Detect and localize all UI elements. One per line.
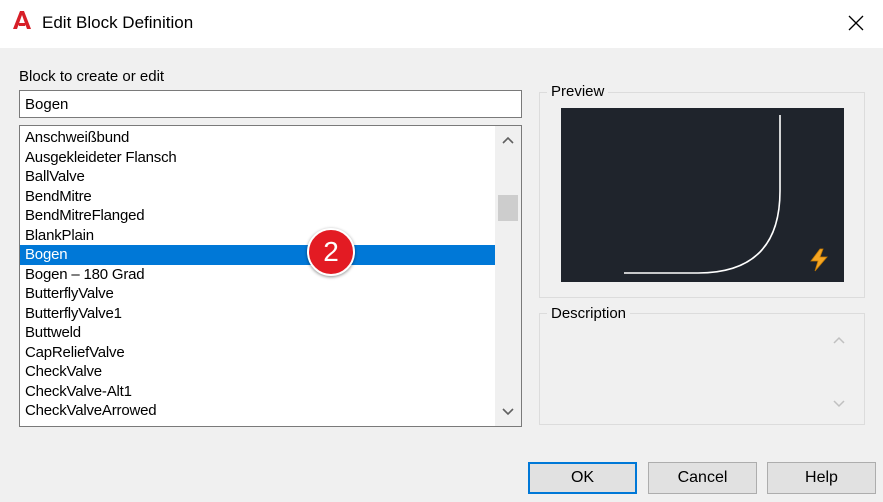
scroll-up-button[interactable] <box>495 128 521 152</box>
description-box <box>539 313 865 425</box>
close-button[interactable] <box>836 4 876 42</box>
help-button[interactable]: Help <box>767 462 876 494</box>
list-item[interactable]: ButterflyValve1 <box>20 304 495 324</box>
list-item[interactable]: Bogen – 180 Grad <box>20 265 495 285</box>
title-bar: Edit Block Definition <box>0 0 883 48</box>
list-item[interactable]: BlankPlain <box>20 226 495 246</box>
chevron-down-icon <box>502 408 514 416</box>
window-title: Edit Block Definition <box>42 13 194 32</box>
chevron-up-icon <box>502 136 514 144</box>
block-field-label: Block to create or edit <box>19 68 165 85</box>
list-item[interactable]: BallValve <box>20 167 495 187</box>
callout-badge: 2 <box>307 228 355 276</box>
preview-canvas <box>561 108 844 282</box>
description-label: Description <box>547 305 631 322</box>
scroll-thumb[interactable] <box>498 195 518 221</box>
lightning-icon[interactable] <box>808 248 830 272</box>
list-item[interactable]: CheckValve <box>20 362 495 382</box>
list-item[interactable]: Anschweißbund <box>20 128 495 148</box>
preview-label: Preview <box>547 83 609 100</box>
list-item[interactable]: BendMitreFlanged <box>20 206 495 226</box>
autocad-logo-icon <box>13 11 31 29</box>
cancel-button[interactable]: Cancel <box>648 462 757 494</box>
block-list[interactable]: Anschweißbund Ausgekleideter Flansch BallV… <box>19 125 522 427</box>
description-scrollbar <box>826 325 852 417</box>
list-item[interactable]: Buttweld <box>20 323 495 343</box>
list-item[interactable]: CheckValveArrowed <box>20 401 495 421</box>
ok-button[interactable]: OK <box>528 462 637 494</box>
list-item[interactable]: ButterflyValve <box>20 284 495 304</box>
list-item[interactable]: BendMitre <box>20 187 495 207</box>
list-item[interactable]: CheckValve-Alt1 <box>20 382 495 402</box>
scroll-down-button[interactable] <box>495 400 521 424</box>
bend-preview-drawing <box>624 115 781 274</box>
block-name-input[interactable] <box>19 90 522 118</box>
chevron-up-icon <box>833 336 845 344</box>
close-icon <box>848 15 864 31</box>
chevron-down-icon <box>833 400 845 408</box>
block-list-scrollbar[interactable] <box>495 126 521 426</box>
block-list-items: Anschweißbund Ausgekleideter Flansch BallV… <box>20 128 495 421</box>
list-item[interactable]: CapReliefValve <box>20 343 495 363</box>
list-item[interactable]: Bogen <box>20 245 495 265</box>
list-item[interactable]: Ausgekleideter Flansch <box>20 148 495 168</box>
